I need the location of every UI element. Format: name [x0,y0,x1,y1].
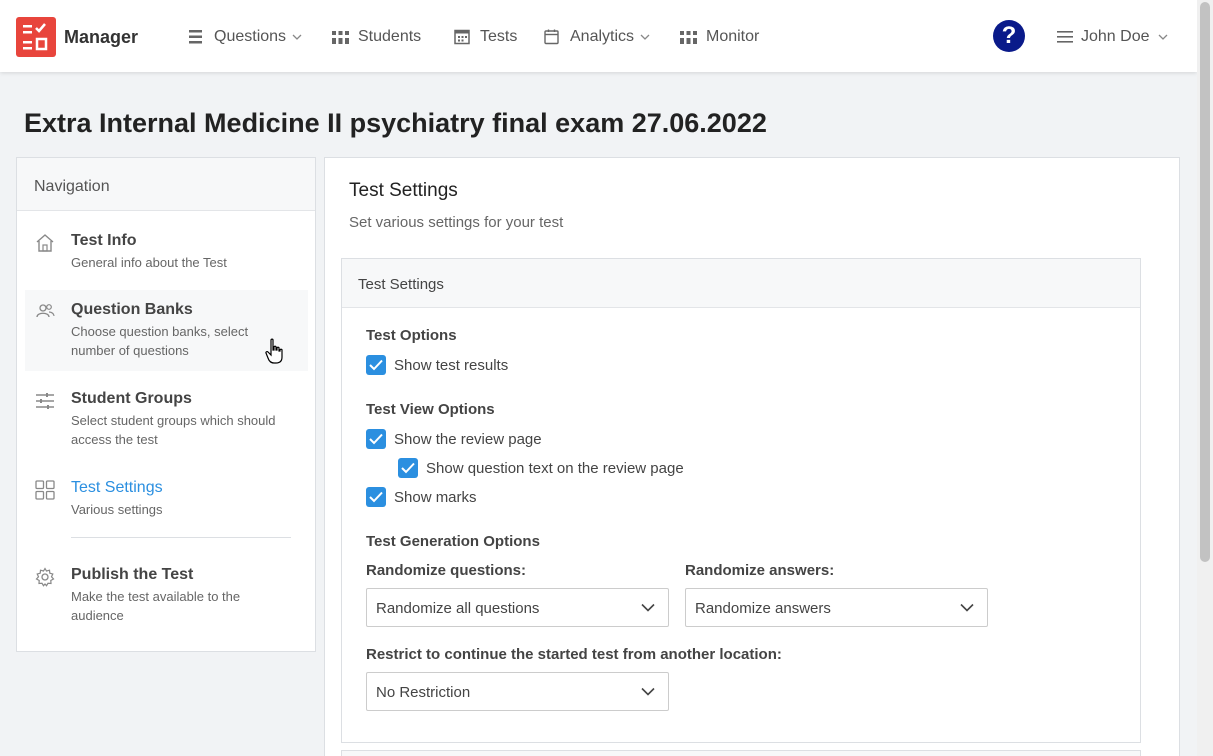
help-icon[interactable]: ? [993,20,1025,52]
sidebar-item-desc: Select student groups which should acces… [71,413,276,447]
user-name: John Doe [1081,28,1150,45]
app-logo[interactable] [16,17,56,57]
people-icon [680,31,697,44]
randomize-answers-select[interactable]: Randomize answers [685,588,988,627]
randomize-questions-label: Randomize questions: [366,562,527,579]
top-navbar: Manager Questions Students Tests Analyti… [0,0,1197,72]
test-options-label: Test Options [366,327,457,344]
nav-analytics-label: Analytics [570,28,635,45]
show-test-results-checkbox[interactable]: Show test results [366,355,508,375]
checkbox-label: Show question text on the review page [426,459,684,477]
scrollbar-thumb[interactable] [1200,2,1210,562]
grid-icon [35,480,55,500]
user-menu[interactable]: John Doe [1057,28,1168,46]
home-icon [36,234,54,252]
test-view-options-label: Test View Options [366,401,495,418]
sidebar-item-title: Question Banks [71,301,193,318]
restrict-location-select[interactable]: No Restriction [366,672,669,711]
hand-cursor-icon [265,338,283,364]
nav-students[interactable]: Students [331,28,421,46]
section-title: Test Settings [349,180,458,201]
nav-monitor[interactable]: Monitor [679,28,759,46]
chevron-down-icon [641,603,655,612]
sidebar-item-test-info[interactable]: Test Info General info about the Test [25,221,308,287]
sidebar-item-title: Student Groups [71,390,192,407]
check-icon [369,359,383,371]
calendar-grid-icon [454,29,470,45]
check-icon [369,491,383,503]
card-header: Test Settings [342,259,1140,308]
main-panel: Test Settings Set various settings for y… [324,157,1180,756]
sidebar-item-publish[interactable]: Publish the Test Make the test available… [25,555,308,636]
nav-students-label: Students [358,28,422,45]
list-icon [189,30,202,44]
checkbox-checked[interactable] [366,487,386,507]
show-marks-checkbox[interactable]: Show marks [366,487,477,507]
sidebar-divider [71,537,291,538]
select-value: No Restriction [376,684,471,701]
sidebar-item-desc: Choose question banks, select number of … [71,324,249,358]
checkbox-label: Show the review page [394,430,542,448]
nav-tests[interactable]: Tests [453,28,517,46]
restrict-location-label: Restrict to continue the started test fr… [366,646,782,663]
check-icon [401,462,415,474]
sidebar-item-title: Test Info [71,232,137,249]
sidebar-navigation: Navigation Test Info General info about … [16,157,316,652]
calendar-icon [544,29,559,45]
sidebar-item-student-groups[interactable]: Student Groups Select student groups whi… [25,379,308,460]
nav-monitor-label: Monitor [706,28,760,45]
users-icon [36,304,55,318]
checkbox-checked[interactable] [366,429,386,449]
randomize-questions-select[interactable]: Randomize all questions [366,588,669,627]
sliders-icon [36,393,54,409]
sidebar-header: Navigation [17,158,315,211]
people-icon [332,31,349,44]
sidebar-item-desc: General info about the Test [71,255,227,270]
nav-questions-label: Questions [214,28,287,45]
sidebar-item-title: Test Settings [71,479,163,496]
chevron-down-icon [960,603,974,612]
hamburger-icon [1057,31,1073,43]
checkbox-label: Show marks [394,488,477,506]
sidebar-item-title: Publish the Test [71,566,194,583]
checkbox-checked[interactable] [366,355,386,375]
sidebar-item-test-settings[interactable]: Test Settings Various settings [25,468,308,530]
gear-icon [35,567,55,587]
settings-card: Test Settings Test Options Show test res… [341,258,1141,743]
brand-name[interactable]: Manager [64,27,138,48]
page-title: Extra Internal Medicine II psychiatry fi… [24,108,767,138]
select-value: Randomize answers [695,600,831,617]
checkbox-label: Show test results [394,356,509,374]
sidebar-item-desc: Various settings [71,502,163,517]
nav-analytics[interactable]: Analytics [543,28,650,46]
checkbox-checked[interactable] [398,458,418,478]
section-subtitle: Set various settings for your test [349,214,564,231]
next-card [341,750,1141,756]
chevron-down-icon [640,34,650,40]
chevron-down-icon [641,687,655,696]
nav-tests-label: Tests [480,28,518,45]
test-generation-options-label: Test Generation Options [366,533,540,550]
nav-questions[interactable]: Questions [187,28,302,46]
check-icon [369,433,383,445]
sidebar-item-desc: Make the test available to the audience [71,589,241,623]
page-scrollbar[interactable] [1197,0,1213,756]
show-question-text-checkbox[interactable]: Show question text on the review page [398,458,684,478]
randomize-answers-label: Randomize answers: [685,562,835,579]
chevron-down-icon [1158,34,1167,40]
chevron-down-icon [292,34,302,40]
show-review-page-checkbox[interactable]: Show the review page [366,429,542,449]
select-value: Randomize all questions [376,600,540,617]
